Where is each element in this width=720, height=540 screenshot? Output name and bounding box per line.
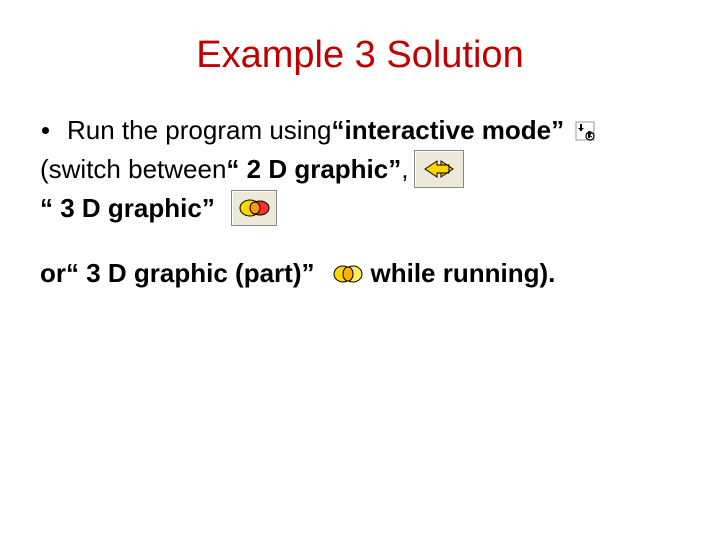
interactive-mode-icon bbox=[570, 117, 600, 145]
text-switch-prefix: (switch between bbox=[40, 152, 226, 187]
line-3d-part: or “ 3 D graphic (part)” while running). bbox=[40, 256, 680, 291]
3d-graphic-part-icon bbox=[328, 259, 368, 289]
text-or-prefix: or bbox=[40, 256, 66, 291]
bullet-item: Run the program using “interactive mode” bbox=[40, 113, 680, 148]
text-3d-quote: “ 3 D graphic” bbox=[40, 191, 215, 226]
switch-group: (switch between “ 2 D graphic” , “ 3 D g… bbox=[40, 150, 680, 226]
slide-body: Run the program using “interactive mode”… bbox=[40, 113, 680, 291]
3d-graphic-icon bbox=[231, 190, 277, 226]
text-3d-part-quote: “ 3 D graphic (part)” bbox=[66, 256, 314, 291]
text-while-running: while running). bbox=[370, 256, 555, 291]
text-2d-quote: “ 2 D graphic” bbox=[226, 152, 401, 187]
slide: Example 3 Solution Run the program using… bbox=[0, 0, 720, 540]
2d-graphic-icon bbox=[414, 150, 464, 188]
bullet-dot-icon bbox=[42, 127, 49, 134]
line-2d: (switch between “ 2 D graphic” , bbox=[40, 150, 680, 188]
slide-title: Example 3 Solution bbox=[40, 34, 680, 77]
line-3d: “ 3 D graphic” bbox=[40, 190, 680, 226]
bullet-text-prefix: Run the program using bbox=[67, 113, 331, 148]
bullet-text-quote: “interactive mode” bbox=[331, 113, 564, 148]
text-2d-suffix: , bbox=[401, 152, 408, 187]
